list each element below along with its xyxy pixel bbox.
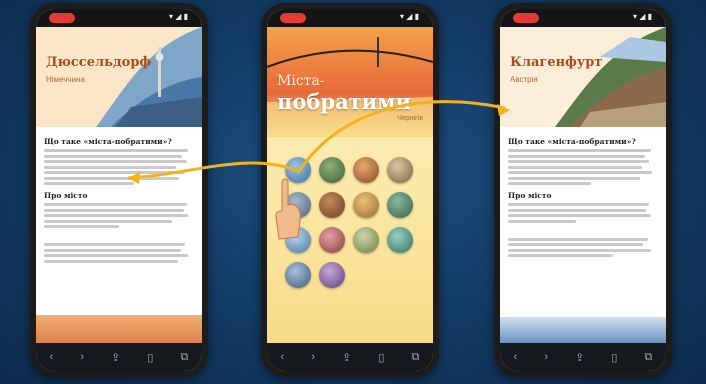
status-bar: ▾ ◢ ▮ — [500, 9, 666, 27]
status-icons: ▾ ◢ ▮ — [399, 12, 419, 21]
title-line-1: Міста- — [277, 73, 325, 89]
city-title: Дюссельдорф — [46, 55, 152, 70]
forward-icon[interactable]: › — [80, 351, 84, 363]
share-icon[interactable]: ⇪ — [342, 351, 351, 364]
record-indicator — [49, 13, 75, 23]
tabs-icon[interactable]: ⧉ — [645, 351, 653, 364]
book-icon[interactable]: ▯ — [611, 351, 617, 364]
city-hero: Дюссельдорф Німеччина — [36, 27, 202, 127]
city-thumb[interactable] — [319, 262, 345, 288]
city-thumb[interactable] — [387, 192, 413, 218]
subtitle: Чернігів — [397, 115, 423, 122]
status-icons: ▾ ◢ ▮ — [632, 12, 652, 21]
section-heading: Про місто — [44, 191, 88, 200]
forward-icon[interactable]: › — [544, 351, 548, 363]
tabs-icon[interactable]: ⧉ — [412, 351, 420, 364]
phone-dusseldorf: ▾ ◢ ▮ Дюссельдорф Німеччина Що таке «міс… — [30, 3, 208, 377]
article-body: Що таке «міста-побратими»? Про місто — [508, 131, 658, 260]
city-thumb[interactable] — [319, 227, 345, 253]
tabs-icon[interactable]: ⧉ — [181, 351, 189, 364]
city-thumb[interactable] — [387, 157, 413, 183]
city-grid — [285, 157, 415, 288]
section-heading: Що таке «міста-побратими»? — [44, 137, 172, 146]
country-label: Австрія — [510, 75, 538, 84]
share-icon[interactable]: ⇪ — [575, 351, 584, 364]
phone-screen: ▾ ◢ ▮ Міста- побратими Чернігів ‹ › ⇪ ▯ … — [267, 9, 433, 371]
status-bar: ▾ ◢ ▮ — [36, 9, 202, 27]
city-thumb[interactable] — [353, 192, 379, 218]
browser-nav: ‹ › ⇪ ▯ ⧉ — [500, 343, 666, 371]
phone-screen: ▾ ◢ ▮ Дюссельдорф Німеччина Що таке «міс… — [36, 9, 202, 371]
city-thumb[interactable] — [353, 157, 379, 183]
book-icon[interactable]: ▯ — [147, 351, 153, 364]
pointing-hand-icon — [275, 178, 301, 240]
back-icon[interactable]: ‹ — [514, 351, 518, 363]
status-icons: ▾ ◢ ▮ — [168, 12, 188, 21]
record-indicator — [513, 13, 539, 23]
back-icon[interactable]: ‹ — [50, 351, 54, 363]
city-thumb[interactable] — [353, 227, 379, 253]
record-indicator — [280, 13, 306, 23]
section-heading: Про місто — [508, 191, 552, 200]
country-label: Німеччина — [46, 75, 85, 84]
footer-image — [36, 315, 202, 343]
status-bar: ▾ ◢ ▮ — [267, 9, 433, 27]
footer-image — [500, 317, 666, 343]
city-thumb[interactable] — [319, 192, 345, 218]
forward-icon[interactable]: › — [311, 351, 315, 363]
phone-klagenfurt: ▾ ◢ ▮ Клагенфурт Австрія Що таке «міста-… — [494, 3, 672, 377]
back-icon[interactable]: ‹ — [281, 351, 285, 363]
browser-nav: ‹ › ⇪ ▯ ⧉ — [267, 343, 433, 371]
title-line-2: побратими — [277, 89, 412, 114]
city-hero: Клагенфурт Австрія — [500, 27, 666, 127]
city-thumb[interactable] — [319, 157, 345, 183]
section-heading: Що таке «міста-побратими»? — [508, 137, 636, 146]
city-title: Клагенфурт — [510, 55, 603, 70]
browser-nav: ‹ › ⇪ ▯ ⧉ — [36, 343, 202, 371]
book-icon[interactable]: ▯ — [378, 351, 384, 364]
city-thumb[interactable] — [285, 262, 311, 288]
phone-screen: ▾ ◢ ▮ Клагенфурт Австрія Що таке «міста-… — [500, 9, 666, 371]
city-thumb[interactable] — [387, 227, 413, 253]
article-body: Що таке «міста-побратими»? Про місто — [44, 131, 194, 265]
phone-home: ▾ ◢ ▮ Міста- побратими Чернігів ‹ › ⇪ ▯ … — [261, 3, 439, 377]
share-icon[interactable]: ⇪ — [111, 351, 120, 364]
